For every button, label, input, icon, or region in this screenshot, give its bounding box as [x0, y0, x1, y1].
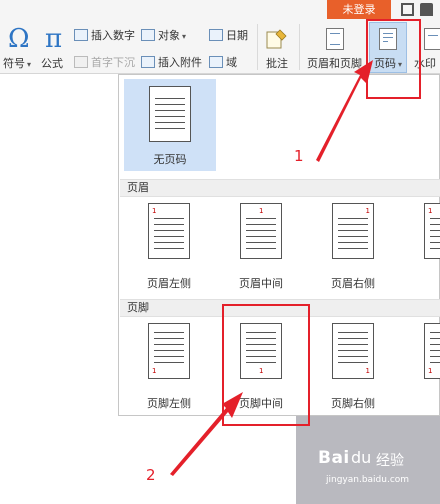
arrow-2 — [170, 392, 243, 476]
annotation-arrows — [170, 60, 373, 476]
arrow-1 — [316, 60, 373, 162]
